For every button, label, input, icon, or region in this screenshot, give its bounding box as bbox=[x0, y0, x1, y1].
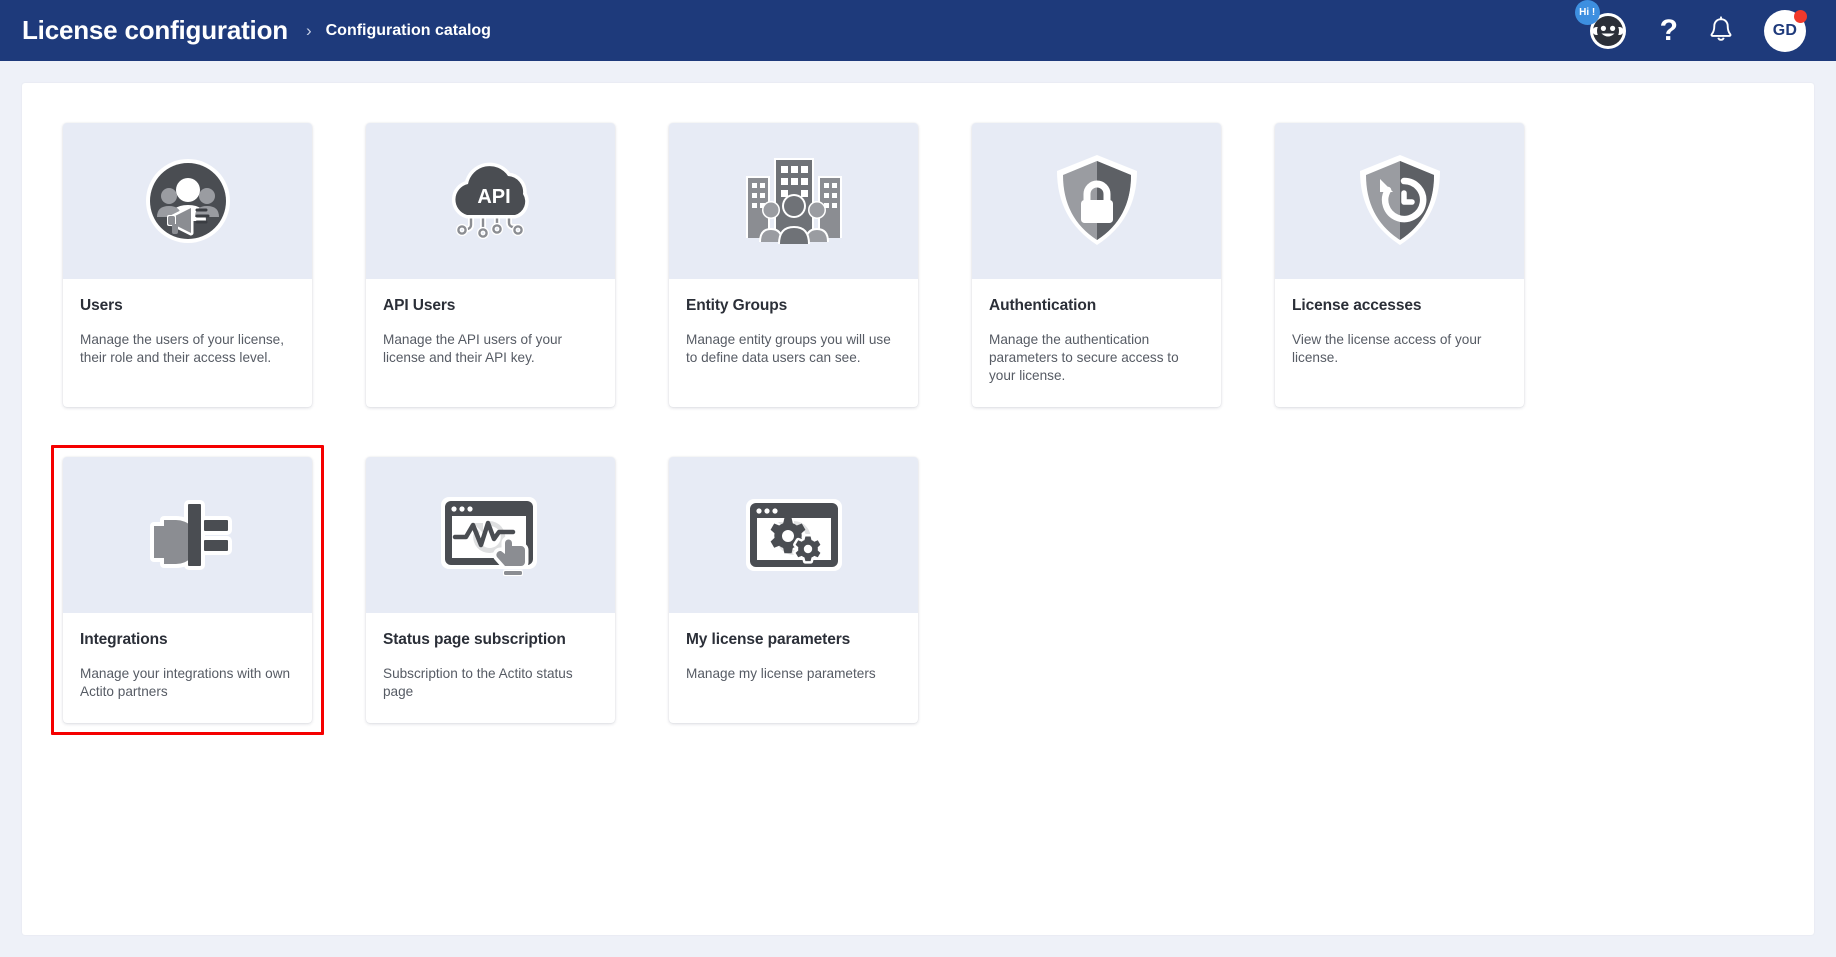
chatbot-greeting-badge: Hi ! bbox=[1574, 0, 1600, 25]
users-card-body: Users Manage the users of your license, … bbox=[63, 279, 312, 407]
authentication-card[interactable]: Authentication Manage the authentication… bbox=[972, 123, 1221, 407]
help-icon[interactable]: ? bbox=[1660, 15, 1678, 46]
users-megaphone-icon bbox=[63, 123, 312, 279]
status-page-subscription-card[interactable]: Status page subscription Subscription to… bbox=[366, 456, 615, 723]
breadcrumb-separator-icon: › bbox=[305, 20, 312, 40]
api-users-card[interactable]: API API Users Manage the API users of yo… bbox=[366, 123, 615, 407]
card-description: Manage entity groups you will use to def… bbox=[686, 332, 891, 365]
card-description: Subscription to the Actito status page bbox=[383, 665, 573, 699]
page-content: Users Manage the users of your license, … bbox=[0, 61, 1836, 957]
chatbot-button[interactable]: Hi ! bbox=[1574, 0, 1630, 53]
card-description: View the license access of your license. bbox=[1292, 332, 1482, 365]
monitor-pulse-icon bbox=[366, 456, 615, 613]
monitor-gears-icon bbox=[669, 456, 918, 613]
user-avatar[interactable]: GD bbox=[1764, 9, 1807, 52]
card-title: License accesses bbox=[1292, 297, 1422, 314]
avatar-notification-dot bbox=[1794, 9, 1807, 23]
card-title: Users bbox=[80, 297, 123, 314]
shield-lock-icon bbox=[972, 123, 1221, 279]
api-users-card-body: API Users Manage the API users of your l… bbox=[366, 279, 615, 407]
my-license-parameters-card[interactable]: My license parameters Manage my license … bbox=[669, 456, 918, 723]
integrations-highlight-box: Integrations Manage your integrations wi… bbox=[51, 444, 324, 735]
integrations-card[interactable]: Integrations Manage your integrations wi… bbox=[63, 456, 312, 723]
card-title: Authentication bbox=[989, 297, 1097, 314]
card-title: My license parameters bbox=[686, 630, 851, 648]
header-actions: Hi ! ? GD bbox=[1574, 0, 1814, 53]
configuration-catalog-panel: Users Manage the users of your license, … bbox=[22, 83, 1814, 935]
status-page-subscription-card-body: Status page subscription Subscription to… bbox=[366, 613, 615, 723]
shield-history-icon bbox=[1275, 123, 1524, 279]
breadcrumb-current[interactable]: Configuration catalog bbox=[326, 22, 491, 40]
license-accesses-card-body: License accesses View the license access… bbox=[1275, 279, 1524, 407]
svg-text:API: API bbox=[477, 186, 510, 208]
plug-icon bbox=[63, 456, 312, 613]
authentication-card-body: Authentication Manage the authentication… bbox=[972, 279, 1221, 407]
card-title: Status page subscription bbox=[383, 630, 566, 648]
catalog-grid-row-2: Integrations Manage your integrations wi… bbox=[50, 444, 1786, 735]
license-accesses-card[interactable]: License accesses View the license access… bbox=[1275, 123, 1524, 407]
users-card[interactable]: Users Manage the users of your license, … bbox=[63, 123, 312, 407]
catalog-grid-row-1: Users Manage the users of your license, … bbox=[50, 115, 1786, 407]
card-title: API Users bbox=[383, 297, 456, 314]
card-description: Manage the API users of your license and… bbox=[383, 332, 563, 365]
integrations-card-body: Integrations Manage your integrations wi… bbox=[63, 613, 312, 723]
building-people-icon bbox=[669, 123, 918, 279]
my-license-parameters-card-body: My license parameters Manage my license … bbox=[669, 613, 918, 723]
card-description: Manage the users of your license, their … bbox=[80, 332, 285, 365]
card-description: Manage the authentication parameters to … bbox=[989, 332, 1179, 383]
api-cloud-icon: API bbox=[366, 123, 615, 279]
card-title: Integrations bbox=[80, 630, 168, 648]
card-title: Entity Groups bbox=[686, 297, 788, 314]
page-title: License configuration bbox=[22, 15, 288, 45]
card-description: Manage my license parameters bbox=[686, 665, 876, 681]
entity-groups-card[interactable]: Entity Groups Manage entity groups you w… bbox=[669, 123, 918, 407]
entity-groups-card-body: Entity Groups Manage entity groups you w… bbox=[669, 279, 918, 407]
top-header-bar: License configuration › Configuration ca… bbox=[0, 0, 1836, 61]
notifications-bell-icon[interactable] bbox=[1708, 15, 1734, 46]
card-description: Manage your integrations with own Actito… bbox=[80, 665, 291, 699]
